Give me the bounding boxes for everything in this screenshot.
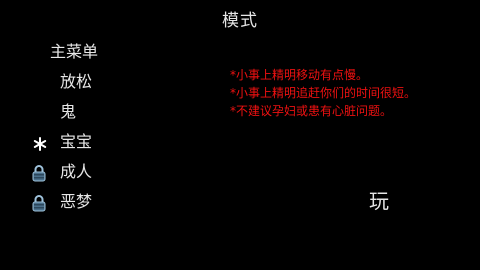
- mode-warnings: *小事上精明移动有点慢。 *小事上精明追赶你们的时间很短。 *不建议孕妇或患有心…: [230, 66, 470, 120]
- star-icon: [33, 137, 47, 151]
- warning-line: *小事上精明追赶你们的时间很短。: [230, 86, 417, 100]
- mode-adult-option[interactable]: 成人: [60, 162, 92, 182]
- mode-ghost-option[interactable]: 鬼: [60, 102, 76, 122]
- mode-baby-option[interactable]: 宝宝: [60, 132, 92, 152]
- mode-nightmare-option[interactable]: 恶梦: [60, 192, 92, 212]
- lock-icon: [32, 195, 46, 212]
- mode-relax-option[interactable]: 放松: [60, 72, 92, 92]
- mode-select-screen: 模式 主菜单 放松 鬼 宝宝 成人 恶梦 *小事上精明移动有点慢。 *小事上精明…: [0, 0, 480, 270]
- main-menu-button[interactable]: 主菜单: [50, 42, 98, 62]
- lock-icon: [32, 165, 46, 182]
- play-button[interactable]: 玩: [365, 188, 393, 214]
- warning-line: *小事上精明移动有点慢。: [230, 68, 369, 82]
- warning-line: *不建议孕妇或患有心脏问题。: [230, 104, 393, 118]
- screen-title: 模式: [222, 11, 258, 31]
